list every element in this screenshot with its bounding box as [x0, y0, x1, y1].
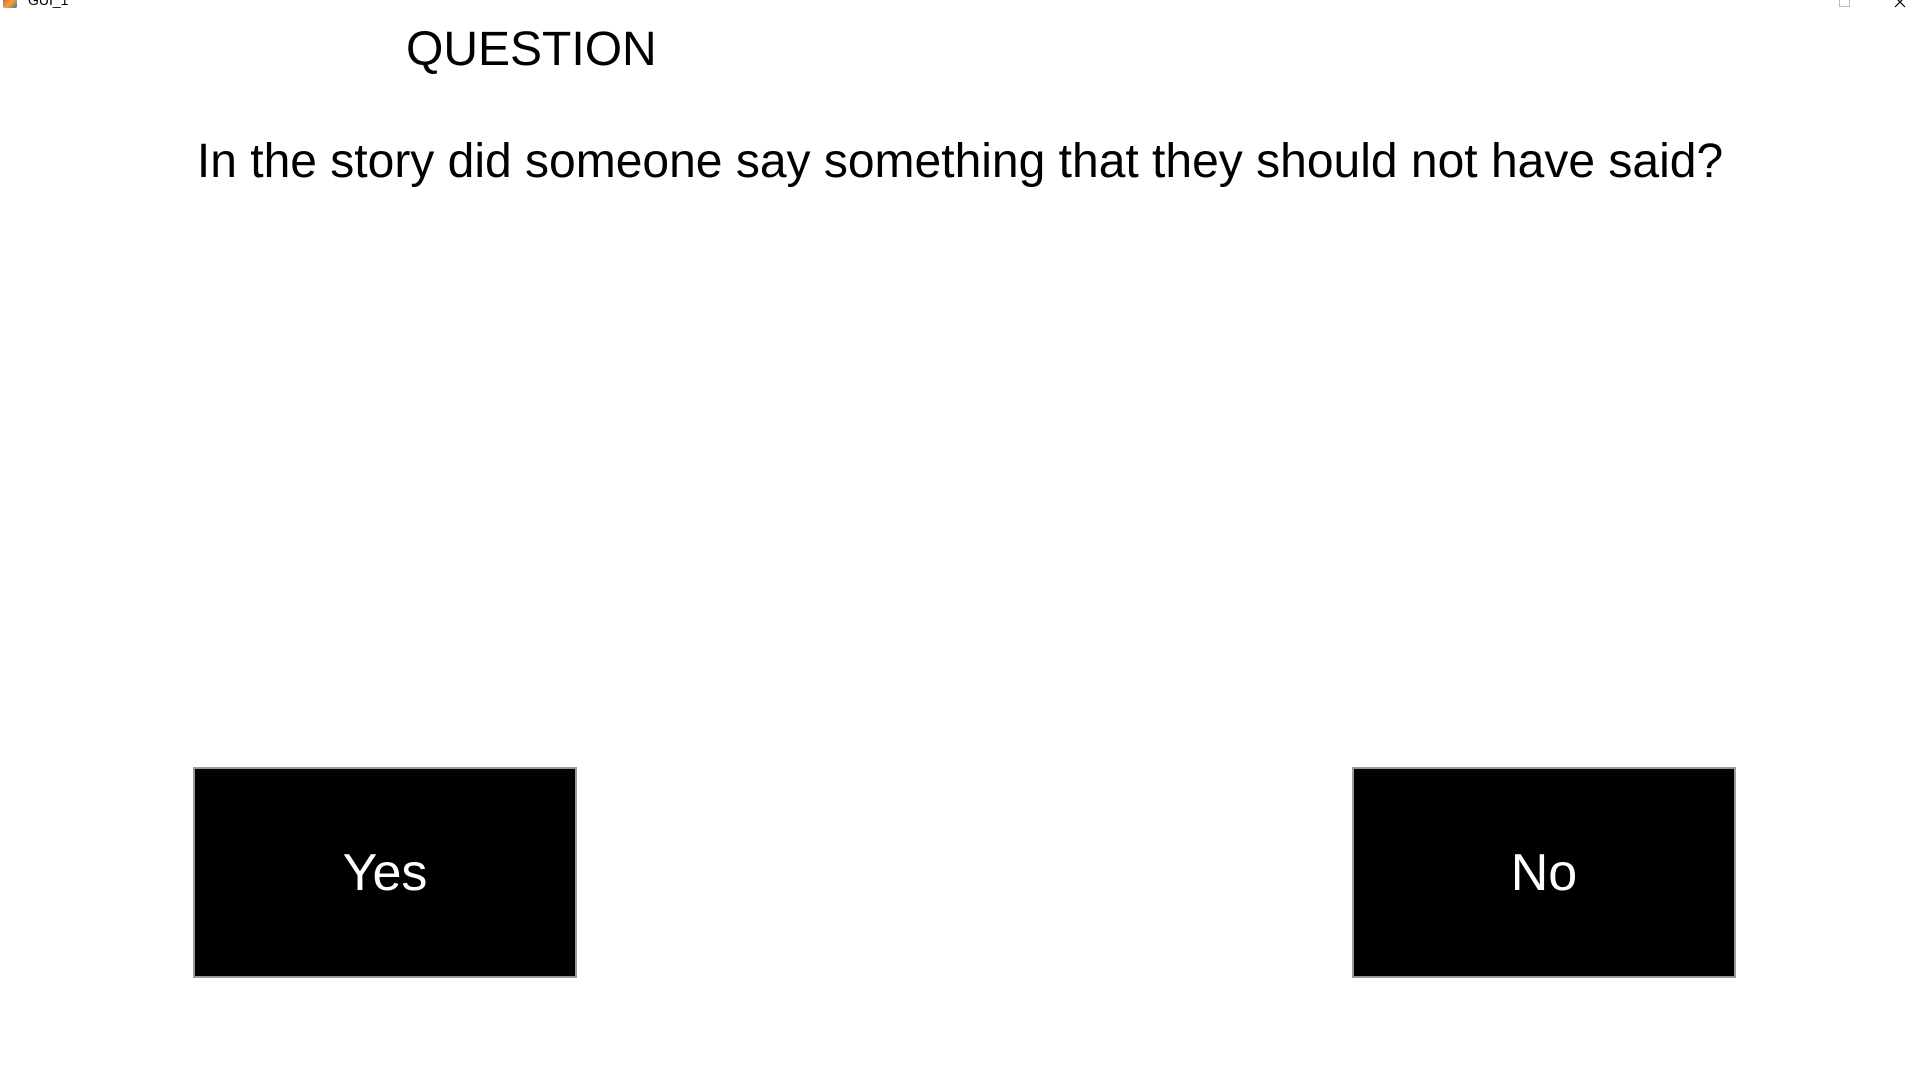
question-text: In the story did someone say something t…	[196, 135, 1724, 188]
app-window: GUI_1 QUESTION In the story did someone …	[0, 0, 1920, 1080]
yes-button[interactable]: Yes	[193, 767, 577, 978]
maximize-button[interactable]	[1832, 0, 1856, 8]
title-bar: GUI_1	[0, 0, 1920, 8]
maximize-icon	[1838, 0, 1850, 7]
close-button[interactable]	[1888, 0, 1912, 8]
no-button[interactable]: No	[1352, 767, 1736, 978]
page-heading: QUESTION	[406, 23, 657, 76]
matlab-figure-icon	[3, 0, 17, 8]
window-title: GUI_1	[28, 0, 69, 8]
close-icon	[1894, 0, 1906, 7]
